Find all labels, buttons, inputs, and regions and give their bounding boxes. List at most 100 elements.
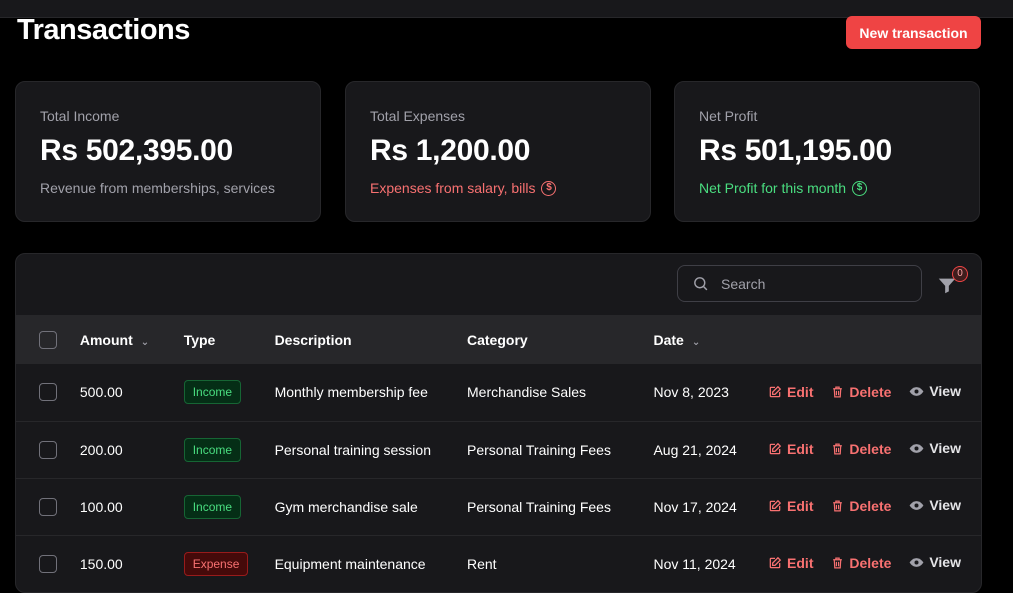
date-cell: Nov 8, 2023: [653, 384, 729, 401]
card-value: Rs 1,200.00: [370, 134, 531, 167]
edit-icon: [769, 556, 782, 569]
delete-label: Delete: [849, 497, 892, 514]
select-all-checkbox[interactable]: [39, 331, 57, 350]
table-row: 150.00 Expense Equipment maintenance Ren…: [16, 535, 981, 592]
edit-label: Edit: [787, 497, 814, 514]
trash-icon: [833, 386, 843, 397]
date-cell: Nov 11, 2024: [653, 555, 736, 572]
column-header-amount[interactable]: Amount ⌄: [80, 316, 184, 364]
delete-button[interactable]: Delete: [831, 555, 891, 571]
column-label: Category: [467, 332, 528, 348]
delete-button[interactable]: Delete: [831, 384, 891, 400]
chevron-down-icon: ⌄: [140, 337, 150, 348]
card-note: Net Profit for this month $: [699, 180, 955, 196]
view-label: View: [929, 383, 961, 399]
delete-button[interactable]: Delete: [831, 441, 891, 457]
net-profit-card: Net Profit Rs 501,195.00 Net Profit for …: [674, 81, 980, 222]
delete-label: Delete: [849, 554, 892, 571]
view-button[interactable]: View: [909, 383, 961, 399]
amount-cell: 100.00: [79, 498, 123, 515]
amount-cell: 150.00: [79, 555, 123, 572]
new-transaction-button[interactable]: New transaction: [846, 16, 981, 49]
view-button[interactable]: View: [909, 554, 961, 570]
search-input[interactable]: [719, 274, 903, 293]
trash-icon: [833, 443, 843, 455]
column-header-date[interactable]: Date ⌄: [653, 316, 981, 364]
table-toolbar: 0: [16, 254, 981, 316]
transactions-table: Amount ⌄ Type Description Category Date ⌄ …: [16, 316, 981, 592]
column-header-category: Category: [467, 316, 653, 364]
table-header-row: Amount ⌄ Type Description Category Date ⌄: [16, 316, 981, 364]
page-title: Transactions: [17, 14, 190, 46]
description-cell: Personal training session: [274, 441, 431, 458]
view-label: View: [929, 440, 961, 457]
type-badge: Income: [183, 437, 242, 462]
category-cell: Rent: [467, 555, 497, 572]
dollar-circle-icon: $: [852, 180, 868, 196]
description-cell: Gym merchandise sale: [274, 498, 418, 515]
row-actions: Edit Delete View: [768, 535, 981, 592]
card-note: Expenses from salary, bills $: [370, 180, 626, 196]
row-checkbox[interactable]: [39, 440, 57, 459]
trash-icon: [833, 500, 843, 512]
view-label: View: [929, 554, 961, 571]
card-note-text: Net Profit for this month: [699, 180, 847, 196]
type-badge: Expense: [183, 551, 249, 576]
eye-icon: [909, 500, 924, 510]
amount-cell: 500.00: [79, 384, 123, 401]
description-cell: Monthly membership fee: [274, 384, 428, 401]
card-label: Net Profit: [699, 108, 758, 124]
category-cell: Merchandise Sales: [467, 384, 587, 401]
card-note-text: Expenses from salary, bills: [370, 180, 536, 196]
card-label: Total Expenses: [370, 108, 465, 124]
total-income-card: Total Income Rs 502,395.00 Revenue from …: [15, 81, 321, 222]
eye-icon: [909, 443, 924, 453]
date-cell: Nov 17, 2024: [653, 498, 737, 515]
edit-button[interactable]: Edit: [768, 555, 814, 571]
delete-label: Delete: [849, 383, 892, 400]
row-actions: Edit Delete View: [768, 364, 981, 421]
edit-icon: [769, 499, 782, 512]
card-note: Revenue from memberships, services: [40, 180, 296, 196]
view-label: View: [929, 497, 961, 514]
search-icon: [694, 277, 708, 291]
table-row: 100.00 Income Gym merchandise sale Perso…: [16, 478, 981, 535]
row-checkbox[interactable]: [39, 497, 57, 516]
table-row: 500.00 Income Monthly membership fee Mer…: [16, 364, 981, 421]
delete-button[interactable]: Delete: [831, 498, 891, 514]
column-header-description: Description: [275, 316, 467, 364]
card-note-text: Revenue from memberships, services: [40, 180, 275, 196]
card-label: Total Income: [40, 108, 120, 124]
edit-icon: [769, 385, 782, 397]
row-checkbox[interactable]: [39, 383, 57, 402]
column-label: Date: [653, 332, 684, 348]
type-badge: Income: [183, 380, 242, 405]
category-cell: Personal Training Fees: [467, 441, 611, 458]
delete-label: Delete: [849, 440, 892, 457]
column-label: Type: [183, 332, 216, 348]
eye-icon: [909, 386, 924, 396]
column-header-type: Type: [184, 316, 275, 364]
row-actions: Edit Delete View: [768, 478, 981, 535]
view-button[interactable]: View: [909, 440, 961, 456]
edit-button[interactable]: Edit: [768, 440, 814, 457]
chevron-down-icon: ⌄: [691, 337, 701, 348]
row-actions: Edit Delete View: [768, 421, 981, 478]
amount-cell: 200.00: [79, 441, 123, 458]
edit-button[interactable]: Edit: [768, 384, 814, 400]
edit-icon: [769, 442, 782, 455]
card-value: Rs 502,395.00: [40, 134, 233, 167]
description-cell: Equipment maintenance: [274, 555, 426, 572]
card-value: Rs 501,195.00: [699, 134, 892, 167]
trash-icon: [833, 557, 843, 569]
eye-icon: [909, 557, 924, 567]
edit-label: Edit: [787, 440, 814, 457]
edit-button[interactable]: Edit: [768, 497, 814, 514]
filter-count-badge: 0: [952, 266, 968, 282]
type-badge: Income: [183, 494, 242, 519]
filter-button[interactable]: 0: [936, 266, 968, 294]
column-label: Amount: [79, 332, 133, 348]
row-checkbox[interactable]: [39, 554, 57, 573]
view-button[interactable]: View: [909, 497, 961, 513]
search-box: [677, 265, 922, 302]
